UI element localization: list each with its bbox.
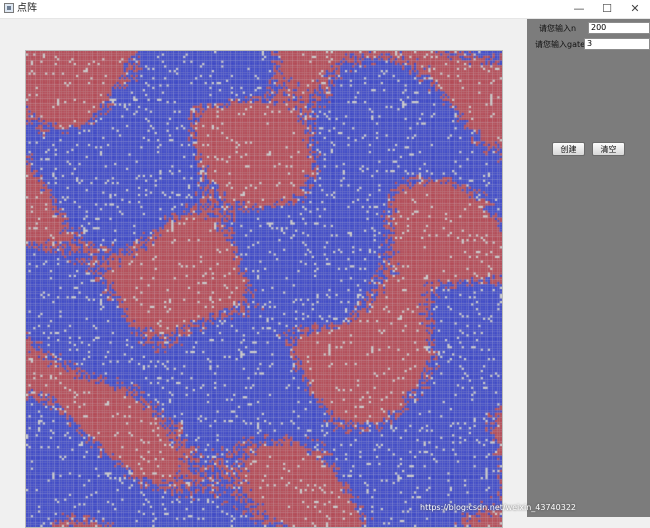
- app-icon: [4, 3, 14, 13]
- maximize-button[interactable]: ☐: [592, 0, 622, 18]
- window-titlebar[interactable]: 点阵 — ☐ ✕: [0, 0, 650, 19]
- clear-button[interactable]: 清空: [592, 142, 625, 156]
- dot-grid-board[interactable]: [25, 50, 503, 528]
- dot-grid-canvas: [26, 51, 502, 527]
- n-input[interactable]: 200: [588, 22, 650, 34]
- watermark-text: https://blog.csdn.net/weixin_43740322: [420, 503, 577, 512]
- window-title: 点阵: [17, 3, 37, 14]
- minimize-button[interactable]: —: [564, 0, 594, 18]
- grid-container: [0, 19, 526, 528]
- n-label: 请您输入n: [539, 24, 577, 33]
- control-panel: 请您输入n 200 请您输入gate 3 创建 清空: [527, 19, 650, 517]
- close-button[interactable]: ✕: [620, 0, 650, 18]
- create-button[interactable]: 创建: [552, 142, 585, 156]
- gate-label: 请您输入gate: [535, 40, 586, 49]
- gate-input[interactable]: 3: [584, 38, 650, 50]
